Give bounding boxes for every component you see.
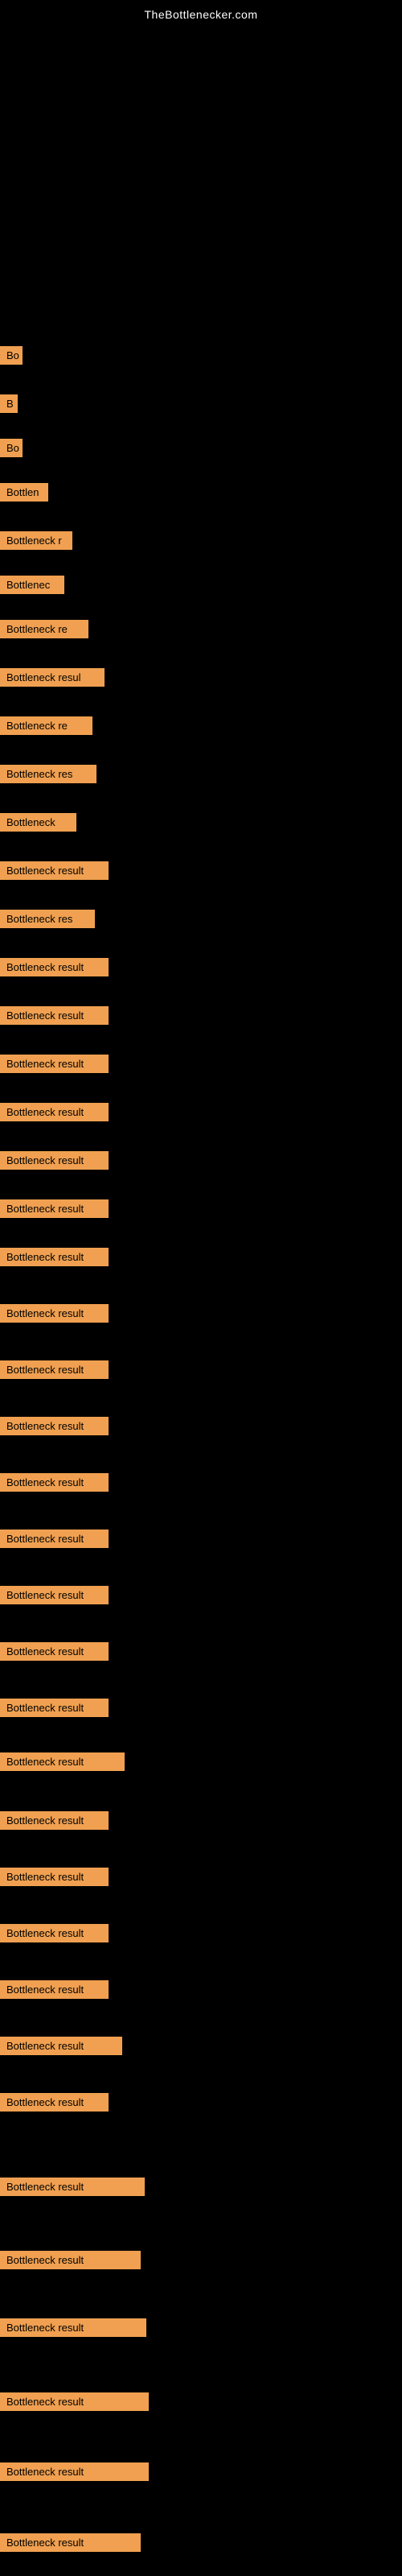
bottleneck-result-item: Bottleneck result xyxy=(0,1304,109,1323)
bottleneck-result-item: Bottleneck result xyxy=(0,2462,149,2481)
bottleneck-result-item: Bottleneck result xyxy=(0,1586,109,1604)
bottleneck-result-item: Bottleneck result xyxy=(0,1699,109,1717)
bottleneck-result-item: Bottleneck result xyxy=(0,1980,109,1999)
bottleneck-result-item: Bottleneck result xyxy=(0,1868,109,1886)
bottleneck-result-item: Bottleneck result xyxy=(0,958,109,976)
bottleneck-result-item: Bottleneck result xyxy=(0,1103,109,1121)
bottleneck-result-item: Bottleneck result xyxy=(0,2037,122,2055)
bottleneck-result-item: B xyxy=(0,394,18,413)
bottleneck-result-item: Bottleneck result xyxy=(0,1642,109,1661)
bottleneck-result-item: Bo xyxy=(0,439,23,457)
bottleneck-result-item: Bottleneck result xyxy=(0,1473,109,1492)
bottleneck-result-item: Bottleneck result xyxy=(0,1248,109,1266)
bottleneck-result-item: Bottleneck result xyxy=(0,2392,149,2411)
bottleneck-result-item: Bottleneck result xyxy=(0,1811,109,1830)
bottleneck-result-item: Bottleneck result xyxy=(0,2178,145,2196)
bottleneck-result-item: Bottleneck xyxy=(0,813,76,832)
bottleneck-result-item: Bottleneck result xyxy=(0,1151,109,1170)
bottleneck-result-item: Bottleneck result xyxy=(0,2093,109,2112)
bottleneck-result-item: Bottleneck result xyxy=(0,1055,109,1073)
site-title: TheBottlenecker.com xyxy=(0,0,402,21)
bottleneck-result-item: Bottlen xyxy=(0,483,48,502)
bottleneck-result-item: Bottleneck re xyxy=(0,716,92,735)
bottleneck-result-item: Bottleneck result xyxy=(0,2533,141,2552)
bottleneck-result-item: Bottleneck res xyxy=(0,765,96,783)
bottleneck-result-item: Bottleneck result xyxy=(0,1006,109,1025)
bottleneck-result-item: Bottleneck r xyxy=(0,531,72,550)
bottleneck-result-item: Bottlenec xyxy=(0,576,64,594)
bottleneck-result-item: Bottleneck result xyxy=(0,1199,109,1218)
bottleneck-result-item: Bottleneck result xyxy=(0,1752,125,1771)
bottleneck-result-item: Bottleneck result xyxy=(0,861,109,880)
bottleneck-result-item: Bottleneck result xyxy=(0,1924,109,1942)
bottleneck-result-item: Bottleneck result xyxy=(0,2251,141,2269)
bottleneck-result-item: Bottleneck resul xyxy=(0,668,105,687)
bottleneck-result-item: Bottleneck result xyxy=(0,1360,109,1379)
bottleneck-result-item: Bottleneck re xyxy=(0,620,88,638)
bottleneck-result-item: Bottleneck result xyxy=(0,2318,146,2337)
bottleneck-result-item: Bo xyxy=(0,346,23,365)
bottleneck-result-item: Bottleneck res xyxy=(0,910,95,928)
bottleneck-result-item: Bottleneck result xyxy=(0,1417,109,1435)
bottleneck-result-item: Bottleneck result xyxy=(0,1530,109,1548)
